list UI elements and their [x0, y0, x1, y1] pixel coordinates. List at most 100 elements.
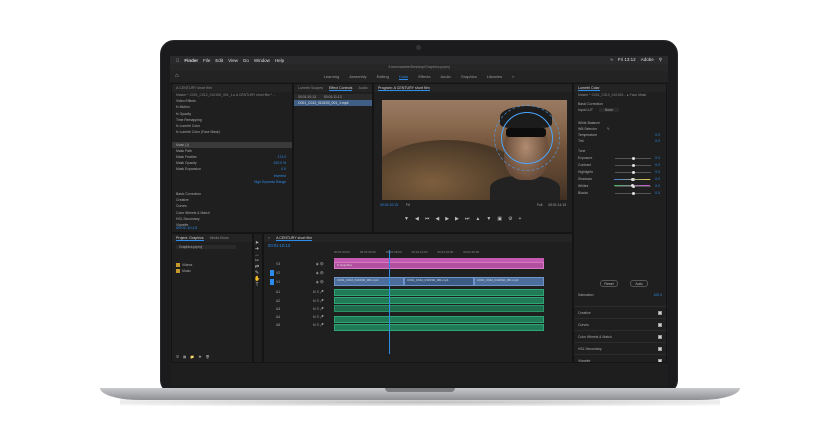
workspace-color[interactable]: Color [398, 74, 409, 80]
lumetri-section[interactable]: HSL Secondary [574, 342, 666, 354]
audio-clip-a5[interactable] [334, 324, 544, 331]
graphics-clip[interactable]: fx Graphics [334, 262, 544, 269]
track-header-a3[interactable]: A3 M S 🎤 [266, 305, 330, 313]
audio-clip-a4[interactable] [334, 316, 544, 323]
eyedropper-icon[interactable]: ✎ [607, 127, 610, 131]
auto-button[interactable]: Auto [630, 280, 648, 287]
video-clip[interactable]: C001_C012_0101S0_001.mp4 [334, 277, 404, 286]
workspace-audio[interactable]: Audio [441, 74, 451, 79]
new-bin-icon[interactable]: 📁 [190, 355, 194, 359]
tone-slider-knob[interactable] [632, 163, 636, 167]
tone-slider-value[interactable]: 0.0 [655, 156, 660, 160]
tone-slider-knob[interactable] [632, 191, 636, 195]
workspace-libraries[interactable]: Libraries [487, 74, 502, 79]
go-to-out-icon[interactable]: ⏭ [465, 216, 470, 222]
saturation-row[interactable]: Saturation 100.0 [574, 292, 666, 298]
tab-lumetri-color[interactable]: Lumetri Color [578, 86, 600, 91]
type-tool-icon[interactable]: T [254, 282, 260, 288]
tone-slider-row[interactable]: Blacks 0.0 [574, 190, 666, 197]
timeline-playhead[interactable] [389, 250, 390, 354]
temperature-knob[interactable] [631, 178, 634, 181]
tone-slider-track[interactable] [615, 170, 652, 174]
trash-icon[interactable]: 🗑 [205, 355, 209, 359]
step-forward-icon[interactable]: ▶ [455, 216, 459, 222]
tone-slider-track[interactable] [615, 156, 652, 160]
section-enable-checkbox[interactable] [658, 346, 662, 351]
input-lut-dropdown[interactable]: None [598, 108, 619, 113]
play-icon[interactable]: ▶ [445, 216, 449, 222]
section-enable-checkbox[interactable] [658, 310, 662, 315]
program-timecode[interactable]: 00:01:10:13 [380, 203, 398, 207]
track-header-v1[interactable]: V1 ◉ 👁 [266, 277, 330, 287]
workspace-graphics[interactable]: Graphics [461, 74, 477, 79]
quality-dropdown[interactable]: Full [537, 203, 542, 207]
add-button-icon[interactable]: + [519, 216, 522, 222]
lift-icon[interactable]: ▲ [475, 216, 480, 222]
tab-source[interactable]: A CENTURY short film [176, 86, 212, 90]
menu-view[interactable]: View [228, 58, 238, 63]
menu-go[interactable]: Go [243, 58, 249, 63]
workspace-assembly[interactable]: Assembly [349, 74, 366, 79]
audio-clip-a1[interactable] [334, 289, 544, 296]
search-icon[interactable]: ⚲ [659, 57, 662, 63]
tab-effect-controls[interactable]: Effect Controls [328, 86, 353, 91]
track-header-a4[interactable]: A4 M S 🎤 [266, 313, 330, 321]
tone-slider-value[interactable]: 0.0 [655, 191, 660, 195]
menu-file[interactable]: File [203, 58, 210, 63]
lumetri-section[interactable]: Vignette [574, 354, 666, 362]
tone-slider-row[interactable]: Exposure 0.0 [574, 155, 666, 162]
menubar-user[interactable]: Adobe [641, 57, 654, 63]
track-header-a1[interactable]: A1 M S 🎤 [266, 287, 330, 297]
icon-view-icon[interactable]: ▦ [183, 355, 186, 359]
track-header-a5[interactable]: A5 M S 🎤 [266, 321, 330, 329]
section-enable-checkbox[interactable] [658, 334, 662, 339]
tab-program[interactable]: Program: A CENTURY short film [378, 86, 430, 91]
tab-media-browser[interactable]: Media Brow [210, 236, 229, 240]
tab-lumetri-scopes[interactable]: Lumetri Scopes [298, 86, 323, 90]
video-clip[interactable]: C001_C012_0101S0_001.mp4 [474, 277, 544, 286]
settings-icon[interactable]: ⚙ [508, 216, 512, 222]
timeline-ruler[interactable]: 00:01:00:00 00:01:04:00 00:01:08:00 00:0… [334, 250, 564, 256]
menu-edit[interactable]: Edit [215, 58, 223, 63]
tone-slider-value[interactable]: 0.0 [655, 184, 660, 188]
saturation-value[interactable]: 100.0 [654, 293, 663, 297]
export-frame-icon[interactable]: ▣ [497, 216, 502, 222]
tone-slider-row[interactable]: Contrast 0.0 [574, 162, 666, 169]
tone-slider-knob[interactable] [632, 156, 636, 160]
workspace-editing[interactable]: Editing [377, 74, 389, 79]
workspace-effects[interactable]: Effects [418, 74, 430, 79]
project-search-input[interactable]: Graphics.prproj [176, 245, 236, 250]
close-tab-icon[interactable]: × [268, 236, 270, 240]
new-item-icon[interactable]: ✚ [199, 355, 202, 359]
menu-app[interactable]: Finder [184, 58, 198, 63]
temperature-value[interactable]: 0.0 [655, 133, 660, 137]
audio-clip-a3[interactable] [334, 305, 544, 312]
clip-list-item[interactable]: C001_C012_0101S0_001_1.mp4 [294, 100, 372, 107]
video-clip[interactable]: C001_C012_0101S0_001.mp4 [404, 277, 474, 286]
mark-out-icon[interactable]: ◀ [415, 216, 419, 222]
reset-button[interactable]: Reset [600, 280, 618, 287]
timeline-timecode[interactable]: 00:01:10:13 [264, 242, 572, 248]
audio-clip-a2[interactable] [334, 297, 544, 304]
input-lut-row[interactable]: Input LUT None [574, 107, 666, 113]
section-enable-checkbox[interactable] [658, 322, 662, 327]
tab-audio[interactable]: Audio [358, 86, 367, 90]
tab-sequence[interactable]: A CENTURY short film [276, 236, 313, 241]
tone-slider-value[interactable]: 0.0 [655, 177, 660, 181]
home-icon[interactable]: ⌂ [175, 73, 181, 79]
tone-slider-row[interactable]: Whites 0.0 [574, 183, 666, 190]
effect-row-value[interactable]: Inverted [274, 174, 286, 178]
program-video-frame[interactable] [382, 100, 567, 200]
tab-project[interactable]: Project: Graphics [176, 236, 204, 241]
effect-row-value[interactable]: 174.0 [278, 155, 287, 159]
tone-slider-value[interactable]: 0.0 [655, 170, 660, 174]
track-header-a2[interactable]: A2 M S 🎤 [266, 297, 330, 305]
more-workspaces-icon[interactable]: » [512, 74, 514, 79]
project-item-music[interactable]: Music [172, 268, 252, 274]
lumetri-section[interactable]: Creative [574, 306, 666, 318]
list-view-icon[interactable]: ☰ [176, 355, 179, 359]
lumetri-section[interactable]: Color Wheels & Match [574, 330, 666, 342]
go-to-in-icon[interactable]: ⏮ [425, 216, 430, 222]
track-header-v2[interactable]: V2 ◉ 👁 [266, 268, 330, 277]
mark-in-icon[interactable]: ▼ [404, 216, 409, 222]
